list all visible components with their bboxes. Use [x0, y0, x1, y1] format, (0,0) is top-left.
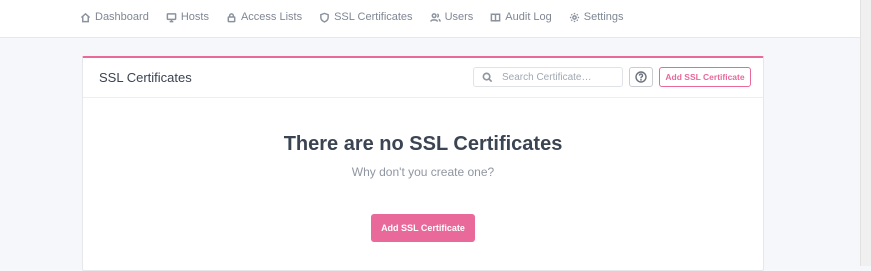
top-navigation-bar: Dashboard Hosts Access Lists SSL Certifi… — [0, 0, 860, 38]
nav-item-access-lists[interactable]: Access Lists — [226, 11, 302, 23]
nav-menu: Dashboard Hosts Access Lists SSL Certifi… — [80, 11, 641, 23]
nav-item-label: Access Lists — [240, 11, 303, 23]
add-ssl-certificate-header-button[interactable]: Add SSL Certificate — [659, 67, 751, 87]
nav-item-label: Users — [444, 11, 474, 23]
search-icon — [482, 72, 493, 82]
users-icon — [429, 12, 441, 22]
nav-item-settings[interactable]: Settings — [569, 11, 624, 23]
book-icon — [490, 13, 501, 22]
nav-item-label: Settings — [583, 11, 624, 23]
empty-state-subtitle: Why don't you create one? — [351, 165, 495, 179]
nav-item-users[interactable]: Users — [429, 11, 474, 23]
search-certificate-box[interactable] — [473, 67, 623, 87]
card-title: SSL Certificates — [99, 70, 192, 85]
nav-item-label: Audit Log — [505, 11, 552, 23]
window-scrollbar[interactable] — [860, 0, 871, 266]
search-certificate-input[interactable] — [502, 71, 620, 83]
ssl-certificates-card: SSL Certificates Add SSL Certificate The… — [82, 56, 764, 271]
gear-icon — [569, 12, 579, 22]
card-header: SSL Certificates Add SSL Certificate — [83, 58, 763, 98]
nav-item-ssl-certificates[interactable]: SSL Certificates — [319, 11, 413, 23]
monitor-icon — [166, 12, 177, 22]
add-ssl-certificate-button[interactable]: Add SSL Certificate — [371, 214, 475, 242]
shield-icon — [320, 12, 329, 23]
help-button[interactable] — [629, 67, 653, 87]
nav-item-dashboard[interactable]: Dashboard — [80, 11, 149, 23]
lock-icon — [227, 12, 236, 22]
nav-item-hosts[interactable]: Hosts — [166, 11, 209, 23]
nav-item-audit-log[interactable]: Audit Log — [490, 11, 552, 23]
home-icon — [80, 12, 91, 22]
nav-item-label: SSL Certificates — [334, 11, 413, 23]
help-icon — [635, 71, 647, 83]
nav-item-label: Hosts — [180, 11, 209, 23]
nav-item-label: Dashboard — [95, 11, 149, 23]
empty-state-title: There are no SSL Certificates — [283, 133, 563, 155]
